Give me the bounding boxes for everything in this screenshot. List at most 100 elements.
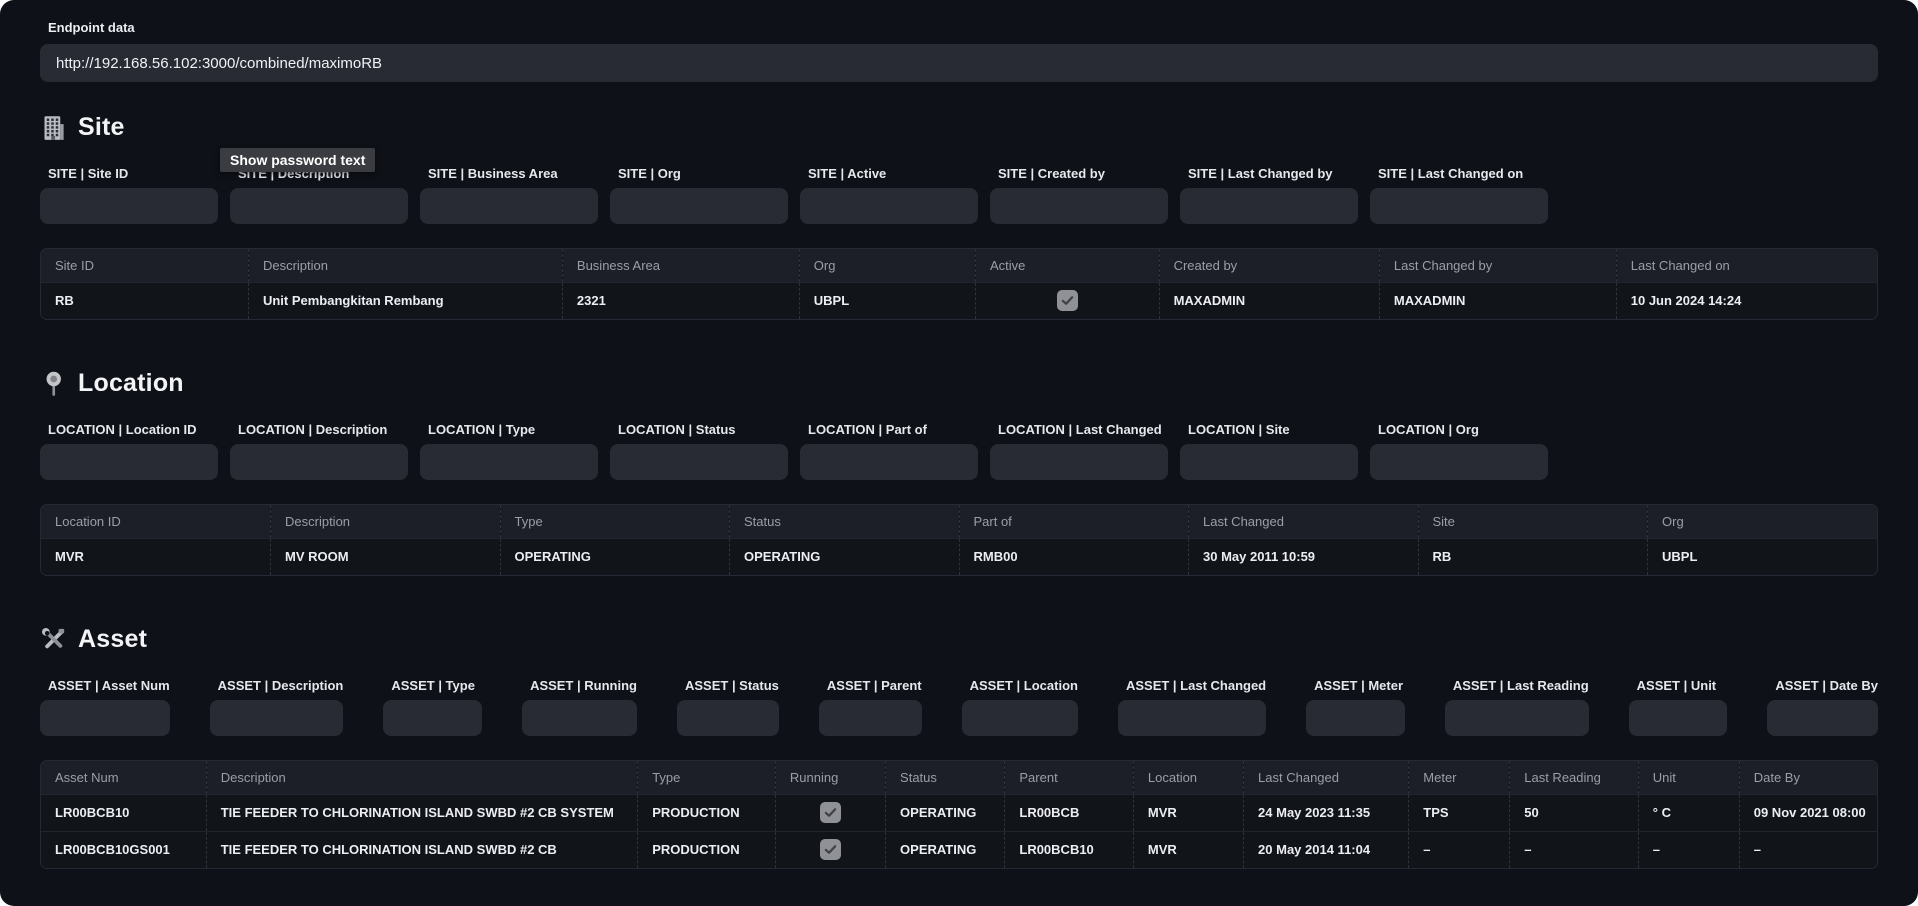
filter-location-description: LOCATION | Description: [230, 422, 408, 480]
filter-input-asset-date-by[interactable]: [1767, 700, 1878, 736]
filter-asset-last-reading: ASSET | Last Reading: [1445, 678, 1589, 736]
filter-site-last-changed-on: SITE | Last Changed on: [1370, 166, 1548, 224]
filter-asset-running: ASSET | Running: [522, 678, 637, 736]
filter-input-site-description[interactable]: [230, 188, 408, 224]
filter-input-asset-description[interactable]: [210, 700, 344, 736]
column-header: Status: [886, 761, 1005, 794]
pushpin-icon: [40, 370, 67, 397]
filter-label: LOCATION | Site: [1180, 422, 1358, 437]
filter-input-location-part-of[interactable]: [800, 444, 978, 480]
filter-site-description: SITE | Description: [230, 166, 408, 224]
filter-input-asset-last-changed[interactable]: [1118, 700, 1266, 736]
endpoint-url-input[interactable]: [40, 44, 1878, 82]
table-cell: 24 May 2023 11:35: [1244, 794, 1409, 831]
filter-input-asset-type[interactable]: [383, 700, 482, 736]
table-header-row: Site IDDescriptionBusiness AreaOrgActive…: [41, 249, 1877, 282]
column-header: Last Changed: [1244, 761, 1409, 794]
check-icon: [824, 843, 837, 856]
filter-label: ASSET | Parent: [819, 678, 922, 693]
filter-location-location-id: LOCATION | Location ID: [40, 422, 218, 480]
filter-location-type: LOCATION | Type: [420, 422, 598, 480]
filter-input-site-last-changed-by[interactable]: [1180, 188, 1358, 224]
filter-row: LOCATION | Location ID LOCATION | Descri…: [40, 422, 1548, 480]
filter-label: LOCATION | Last Changed: [990, 422, 1168, 437]
table-cell: LR00BCB: [1005, 794, 1134, 831]
location-table: Location IDDescriptionTypeStatusPart ofL…: [40, 504, 1878, 576]
filter-label: ASSET | Asset Num: [40, 678, 170, 693]
section-title: Location: [78, 369, 184, 398]
table-cell: TIE FEEDER TO CHLORINATION ISLAND SWBD #…: [206, 831, 637, 868]
filter-row: SITE | Site ID SITE | Description SITE |…: [40, 166, 1548, 224]
filter-input-asset-parent[interactable]: [819, 700, 922, 736]
table-cell: PRODUCTION: [638, 794, 776, 831]
checkbox-cell: [976, 282, 1160, 319]
table-cell: MAXADMIN: [1159, 282, 1379, 319]
column-header: Asset Num: [41, 761, 206, 794]
filter-input-asset-last-reading[interactable]: [1445, 700, 1589, 736]
filter-label: SITE | Created by: [990, 166, 1168, 181]
filter-input-location-status[interactable]: [610, 444, 788, 480]
column-header: Org: [1648, 505, 1878, 538]
filter-input-asset-asset-num[interactable]: [40, 700, 170, 736]
filter-input-asset-running[interactable]: [522, 700, 637, 736]
page: { "colors": { "background": "#0e1117", "…: [0, 0, 1918, 906]
filter-input-location-last-changed[interactable]: [990, 444, 1168, 480]
column-header: Description: [271, 505, 501, 538]
column-header: Location: [1133, 761, 1243, 794]
filter-input-asset-meter[interactable]: [1306, 700, 1405, 736]
filter-row: ASSET | Asset Num ASSET | Description AS…: [40, 678, 1878, 736]
asset-table: Asset NumDescriptionTypeRunningStatusPar…: [40, 760, 1878, 869]
filter-label: ASSET | Description: [210, 678, 344, 693]
row-checkbox[interactable]: [820, 839, 841, 860]
table-cell: OPERATING: [886, 794, 1005, 831]
filter-label: ASSET | Running: [522, 678, 637, 693]
filter-input-site-created-by[interactable]: [990, 188, 1168, 224]
table-cell: MVR: [41, 538, 271, 575]
filter-input-site-business-area[interactable]: [420, 188, 598, 224]
table-cell: RB: [1418, 538, 1648, 575]
building-icon: [40, 114, 67, 141]
filter-input-site-active[interactable]: [800, 188, 978, 224]
table-cell: 20 May 2014 11:04: [1244, 831, 1409, 868]
table-cell: 50: [1510, 794, 1639, 831]
filter-asset-last-changed: ASSET | Last Changed: [1118, 678, 1266, 736]
table-cell: TIE FEEDER TO CHLORINATION ISLAND SWBD #…: [206, 794, 637, 831]
filter-label: LOCATION | Org: [1370, 422, 1548, 437]
column-header: Site ID: [41, 249, 248, 282]
filter-label: LOCATION | Description: [230, 422, 408, 437]
filter-label: ASSET | Unit: [1629, 678, 1728, 693]
filter-asset-asset-num: ASSET | Asset Num: [40, 678, 170, 736]
column-header: Last Changed on: [1616, 249, 1877, 282]
table-cell: LR00BCB10: [1005, 831, 1134, 868]
section-header: Site: [40, 112, 1878, 142]
row-checkbox[interactable]: [820, 802, 841, 823]
filter-label: ASSET | Location: [962, 678, 1078, 693]
column-header: Last Changed by: [1379, 249, 1616, 282]
checkbox-cell: [775, 794, 885, 831]
filter-input-location-type[interactable]: [420, 444, 598, 480]
filter-label: LOCATION | Location ID: [40, 422, 218, 437]
column-header: Created by: [1159, 249, 1379, 282]
filter-input-asset-unit[interactable]: [1629, 700, 1728, 736]
filter-input-site-last-changed-on[interactable]: [1370, 188, 1548, 224]
filter-input-location-location-id[interactable]: [40, 444, 218, 480]
filter-input-location-org[interactable]: [1370, 444, 1548, 480]
table-cell: 09 Nov 2021 08:00: [1739, 794, 1877, 831]
table-cell: OPERATING: [886, 831, 1005, 868]
filter-input-site-org[interactable]: [610, 188, 788, 224]
table-row: MVRMV ROOMOPERATINGOPERATINGRMB0030 May …: [41, 538, 1877, 575]
filter-input-location-site[interactable]: [1180, 444, 1358, 480]
column-header: Business Area: [562, 249, 799, 282]
filter-input-location-description[interactable]: [230, 444, 408, 480]
section-header: Location: [40, 368, 1878, 398]
tools-icon: [40, 626, 67, 653]
table-cell: MVR: [1133, 831, 1243, 868]
filter-input-asset-location[interactable]: [962, 700, 1078, 736]
filter-site-active: SITE | Active: [800, 166, 978, 224]
filter-location-status: LOCATION | Status: [610, 422, 788, 480]
check-icon: [1061, 294, 1074, 307]
filter-input-site-site-id[interactable]: [40, 188, 218, 224]
row-checkbox[interactable]: [1057, 290, 1078, 311]
table-cell: MVR: [1133, 794, 1243, 831]
filter-input-asset-status[interactable]: [677, 700, 779, 736]
